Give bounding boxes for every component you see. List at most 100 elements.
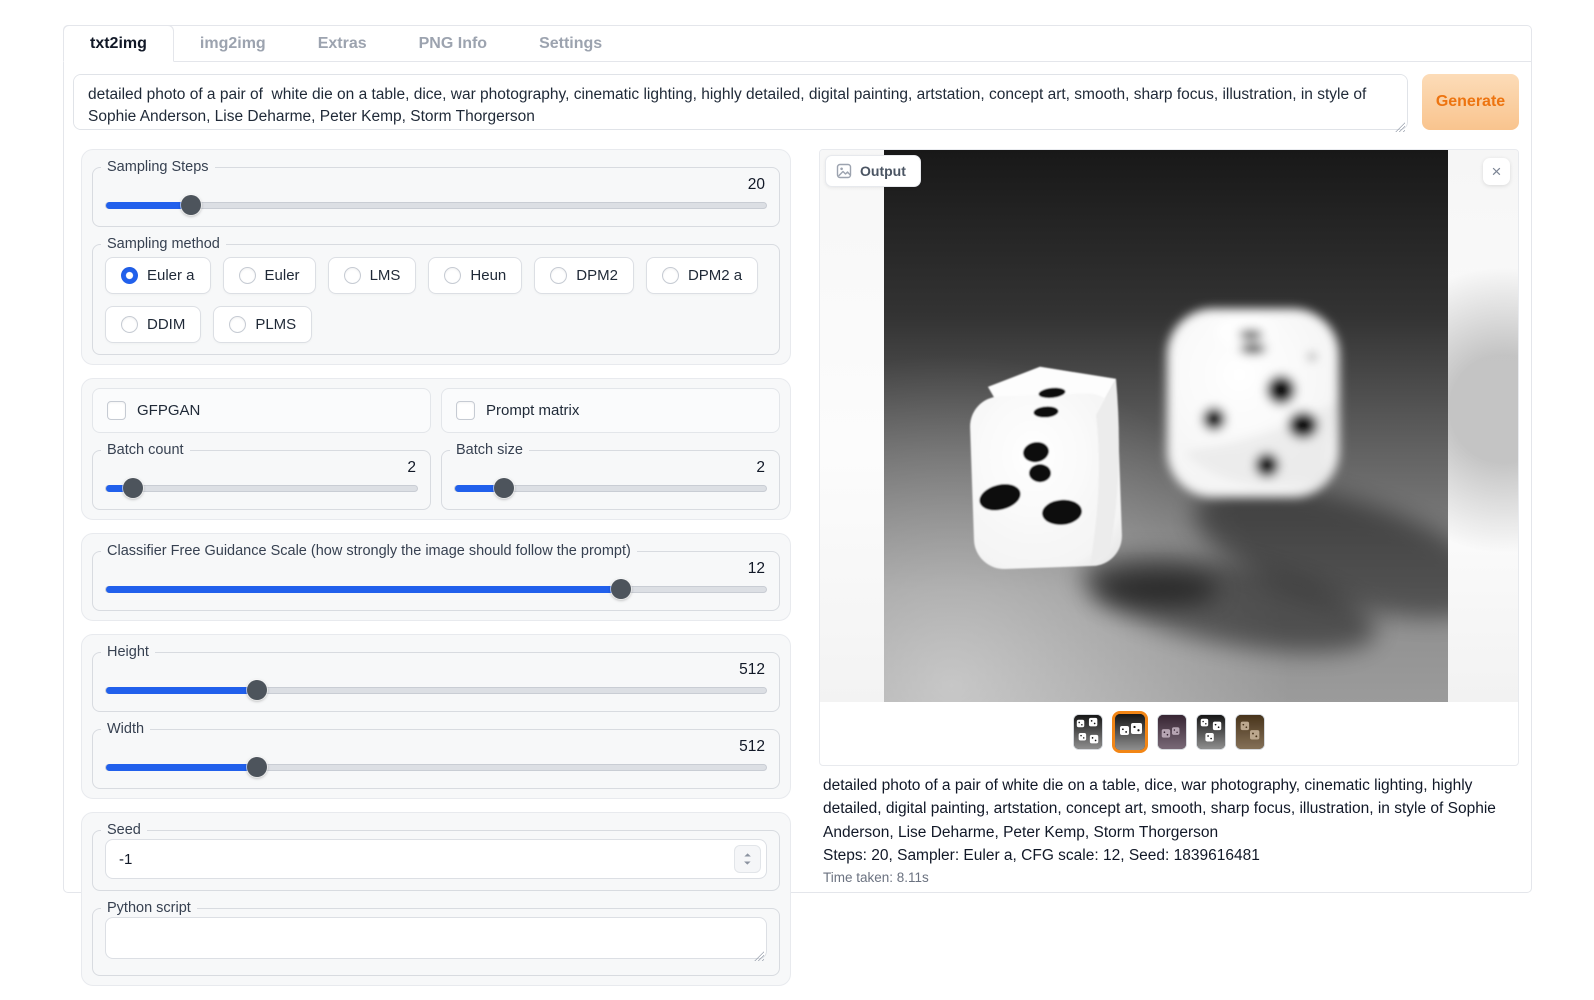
cfg-slider[interactable] [105,579,767,599]
cfg-label: Classifier Free Guidance Scale (how stro… [101,543,637,559]
thumbnail-result-3[interactable] [1157,714,1187,750]
generated-image [884,150,1448,702]
sampling-method-label: Sampling method [101,236,226,252]
prompt-row: detailed photo of a pair of white die on… [73,74,1519,135]
python-script-input[interactable] [105,917,767,959]
card-body: detailed photo of a pair of white die on… [64,62,1531,1000]
radio-label: DPM2 [576,267,618,284]
width-slider[interactable] [105,757,767,777]
slider-thumb[interactable] [247,757,267,777]
height-label: Height [101,644,155,660]
radio-icon[interactable] [229,316,246,333]
slider-track[interactable] [105,764,767,771]
radio-icon[interactable] [121,267,138,284]
number-spinner[interactable]: ⏶⏷ [734,845,761,873]
radio-label: DDIM [147,316,185,333]
sampling-method-option-dpm2-a[interactable]: DPM2 a [646,257,758,294]
checkbox-box-icon[interactable] [456,401,475,420]
thumbnail-result-2[interactable] [1112,711,1148,753]
spinner-down-icon[interactable]: ⏷ [744,860,751,867]
width-value: 512 [105,738,767,756]
caption-prompt-text: detailed photo of a pair of white die on… [823,774,1515,844]
batch-size-slider[interactable] [454,478,767,498]
radio-icon[interactable] [239,267,256,284]
radio-label: DPM2 a [688,267,742,284]
sampling-method-option-heun[interactable]: Heun [428,257,522,294]
slider-thumb[interactable] [611,579,631,599]
slider-thumb[interactable] [123,478,143,498]
seed-input-value: -1 [119,851,132,868]
thumbnail-result-5[interactable] [1235,714,1265,750]
tab-img2img[interactable]: img2img [174,26,292,61]
height-fieldset: Height 512 [92,644,780,712]
cfg-fieldset: Classifier Free Guidance Scale (how stro… [92,543,780,611]
sampling-method-option-euler[interactable]: Euler [223,257,316,294]
slider-track[interactable] [105,586,767,593]
carousel-prev-preview [820,150,884,702]
caption-params-text: Steps: 20, Sampler: Euler a, CFG scale: … [823,844,1515,867]
sampling-steps-label: Sampling Steps [101,159,215,175]
thumbnail-strip [820,702,1518,765]
prompt-matrix-checkbox[interactable]: Prompt matrix [441,388,780,433]
radio-icon[interactable] [344,267,361,284]
sampling-method-fieldset: Sampling method Euler a Euler LMS Heun DPM2 D… [92,236,780,355]
thumbnail-result-4[interactable] [1196,714,1226,750]
radio-icon[interactable] [121,316,138,333]
gfpgan-label: GFPGAN [137,402,200,419]
batch-size-label: Batch size [450,442,529,458]
gfpgan-checkbox[interactable]: GFPGAN [92,388,431,433]
slider-track[interactable] [105,202,767,209]
batch-size-fieldset: Batch size 2 [441,442,780,510]
thumbnail-result-1[interactable] [1073,714,1103,750]
carousel-next-preview [1448,150,1518,702]
radio-icon[interactable] [444,267,461,284]
sampling-method-option-ddim[interactable]: DDIM [105,306,201,343]
radio-label: Euler [265,267,300,284]
output-gallery: Output × [819,149,1519,766]
tab-extras[interactable]: Extras [292,26,393,61]
sampling-method-options: Euler a Euler LMS Heun DPM2 DPM2 a DDIM PLMS [105,257,767,343]
output-tab[interactable]: Output [825,155,921,187]
tab-bar: txt2img img2img Extras PNG Info Settings [64,26,1531,62]
height-value: 512 [105,661,767,679]
slider-thumb[interactable] [247,680,267,700]
python-script-label: Python script [101,900,197,916]
height-slider[interactable] [105,680,767,700]
sampling-method-option-plms[interactable]: PLMS [213,306,312,343]
dimensions-group: Height 512 Width 512 [81,634,791,799]
prompt-matrix-label: Prompt matrix [486,402,579,419]
radio-icon[interactable] [662,267,679,284]
slider-thumb[interactable] [494,478,514,498]
batch-count-label: Batch count [101,442,190,458]
tab-txt2img[interactable]: txt2img [63,25,174,62]
sampling-method-option-euler-a[interactable]: Euler a [105,257,211,294]
page: txt2img img2img Extras PNG Info Settings… [0,0,1594,935]
batch-size-value: 2 [454,459,767,477]
time-taken-text: Time taken: 8.11s [823,868,1515,888]
slider-track[interactable] [105,687,767,694]
radio-label: PLMS [255,316,296,333]
sampling-method-option-dpm2[interactable]: DPM2 [534,257,634,294]
seed-label: Seed [101,822,147,838]
checkbox-box-icon[interactable] [107,401,126,420]
slider-track[interactable] [105,485,418,492]
generate-button[interactable]: Generate [1422,74,1519,130]
sampling-steps-value: 20 [105,176,767,194]
width-fieldset: Width 512 [92,721,780,789]
batch-group: GFPGAN Prompt matrix Batch count 2 [81,378,791,520]
sampling-steps-slider[interactable] [105,195,767,215]
seed-fieldset: Seed -1 ⏶⏷ [92,822,780,891]
cfg-group: Classifier Free Guidance Scale (how stro… [81,533,791,621]
slider-thumb[interactable] [181,195,201,215]
seed-input[interactable]: -1 ⏶⏷ [105,839,767,879]
prompt-input[interactable]: detailed photo of a pair of white die on… [73,74,1408,130]
batch-count-value: 2 [105,459,418,477]
image-stage [820,150,1518,702]
close-icon[interactable]: × [1483,158,1510,185]
sampling-method-option-lms[interactable]: LMS [328,257,417,294]
tab-png-info[interactable]: PNG Info [393,26,513,61]
radio-icon[interactable] [550,267,567,284]
tab-settings[interactable]: Settings [513,26,628,61]
app-card: txt2img img2img Extras PNG Info Settings… [63,25,1532,893]
batch-count-slider[interactable] [105,478,418,498]
